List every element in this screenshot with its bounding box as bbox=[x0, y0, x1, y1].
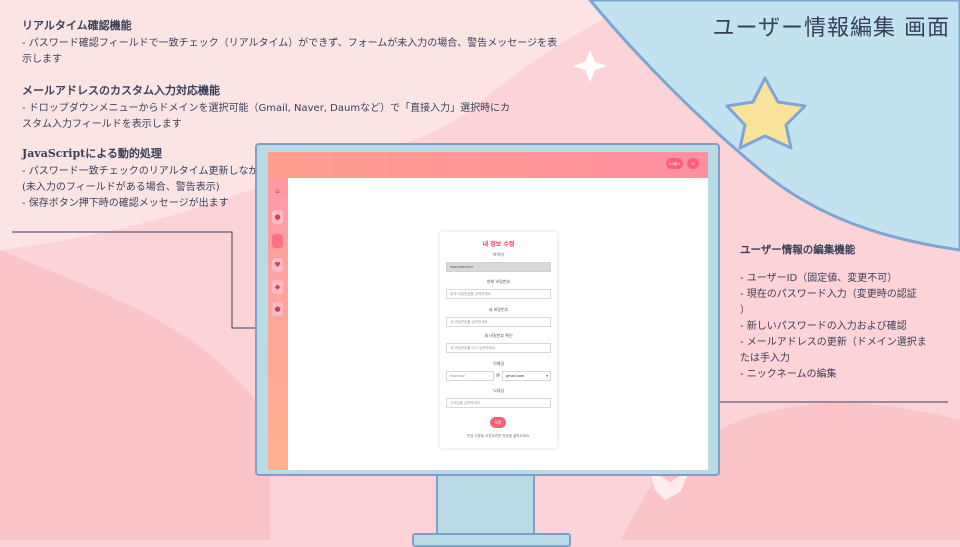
settings-icon[interactable]: ● bbox=[272, 302, 283, 316]
note-text: - ドロップダウンメニューからドメインを選択可能（Gmail, Naver, D… bbox=[22, 103, 511, 130]
email-label: 이메일 bbox=[492, 361, 505, 366]
note-title: ユーザー情報の編集機能 bbox=[740, 244, 856, 256]
new-password-label: 새 비밀번호 bbox=[488, 307, 509, 312]
nickname-field[interactable]: 닉네임을 입력하세요 bbox=[446, 398, 551, 408]
app-header: Login < bbox=[268, 152, 708, 178]
confirm-password-label: 새 비밀번호 확인 bbox=[484, 333, 513, 338]
monitor-base bbox=[412, 533, 571, 547]
email-at-sign: @ bbox=[496, 372, 500, 377]
tag-icon[interactable]: ◆ bbox=[272, 280, 283, 294]
share-icon[interactable]: < bbox=[687, 158, 699, 169]
save-hint: 변경 사항을 저장하려면 저장을 클릭하세요. bbox=[466, 434, 531, 438]
note-title: メールアドレスのカスタム入力対応機能 bbox=[22, 84, 220, 97]
edit-icon[interactable] bbox=[272, 234, 283, 248]
current-password-field[interactable]: 현재 비밀번호를 입력하세요 bbox=[446, 289, 551, 299]
note-title: リアルタイム確認機能 bbox=[22, 19, 132, 32]
card-title: 내 정보 수정 bbox=[482, 241, 515, 248]
monitor: Login < ⌂ ● ♥ ◆ ● 내 정보 수정 아이디 exampleUse… bbox=[255, 143, 720, 476]
user-icon[interactable]: ● bbox=[272, 210, 283, 224]
note-text: - ユーザーID（固定値、変更不可） - 現在のパスワード入力（変更時の認証 ）… bbox=[740, 273, 927, 380]
note-user-edit: ユーザー情報の編集機能 - ユーザーID（固定値、変更不可） - 現在のパスワー… bbox=[740, 242, 958, 383]
monitor-stand bbox=[436, 476, 535, 536]
profile-edit-card: 내 정보 수정 아이디 exampleUser 현재 비밀번호 현재 비밀번호를… bbox=[440, 232, 557, 448]
sidebar: ⌂ ● ♥ ◆ ● bbox=[268, 178, 288, 470]
new-password-field[interactable]: 새 비밀번호를 입력하세요 bbox=[446, 317, 551, 327]
current-password-label: 현재 비밀번호 bbox=[486, 279, 511, 284]
id-field: exampleUser bbox=[446, 262, 551, 272]
note-realtime-check: リアルタイム確認機能 - パスワード確認フィールドで一致チェック（リアルタイム）… bbox=[22, 17, 602, 68]
app-screen: Login < ⌂ ● ♥ ◆ ● 내 정보 수정 아이디 exampleUse… bbox=[268, 152, 708, 470]
save-button[interactable]: 저장 bbox=[490, 417, 506, 428]
login-button[interactable]: Login bbox=[666, 158, 683, 169]
note-text: - パスワード確認フィールドで一致チェック（リアルタイム）ができず、フォームが未… bbox=[22, 38, 558, 65]
email-local-field[interactable]: example bbox=[446, 371, 494, 381]
email-domain-select[interactable]: gmail.com ▾ bbox=[502, 371, 551, 381]
nickname-label: 닉네임 bbox=[492, 388, 505, 393]
heart-icon[interactable]: ♥ bbox=[272, 258, 283, 272]
page-title: ユーザー情報編集 画面 bbox=[712, 16, 950, 41]
id-label: 아이디 bbox=[492, 252, 505, 257]
confirm-password-field[interactable]: 새 비밀번호를 다시 입력하세요 bbox=[446, 343, 551, 353]
email-domain-value: gmail.com bbox=[506, 374, 525, 378]
note-email-custom: メールアドレスのカスタム入力対応機能 - ドロップダウンメニューからドメインを選… bbox=[22, 82, 602, 133]
chevron-down-icon: ▾ bbox=[546, 374, 548, 378]
home-icon[interactable]: ⌂ bbox=[272, 184, 283, 198]
